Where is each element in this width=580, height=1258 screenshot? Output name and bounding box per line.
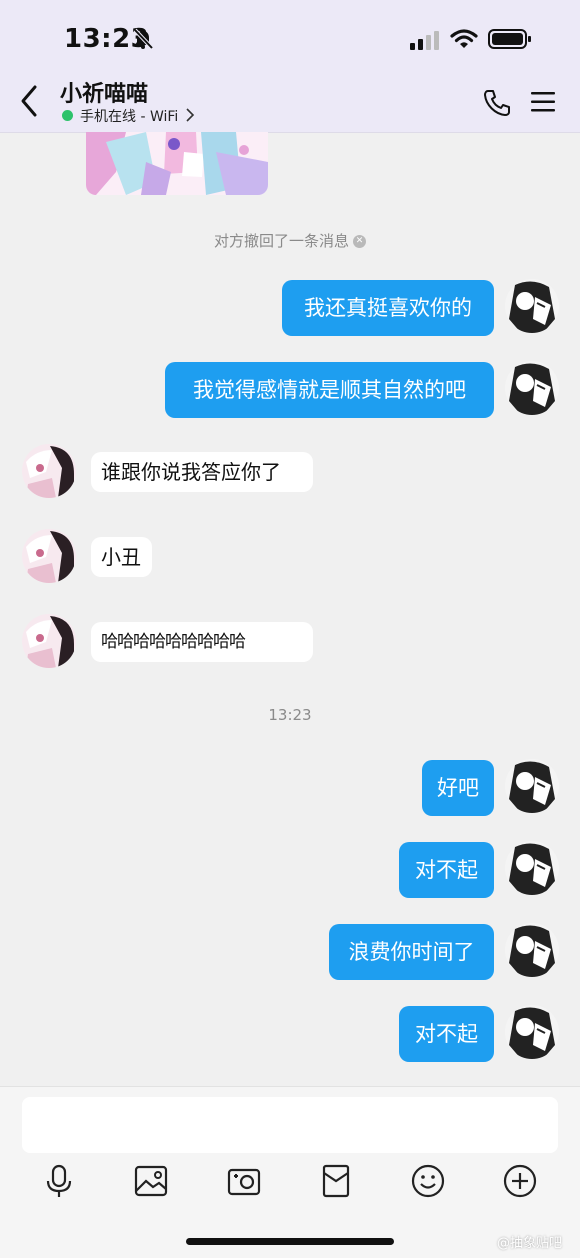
plus-icon[interactable] bbox=[502, 1163, 538, 1199]
message-bubble-outgoing[interactable]: 我觉得感情就是顺其自然的吧 bbox=[165, 362, 494, 418]
battery-icon bbox=[488, 29, 531, 49]
message-bubble-outgoing[interactable]: 浪费你时间了 bbox=[329, 924, 494, 980]
message-bubble-outgoing[interactable]: 好吧 bbox=[422, 760, 494, 816]
time-divider: 13:23 bbox=[268, 706, 312, 724]
chevron-right-icon[interactable] bbox=[185, 108, 195, 122]
recall-notice-text: 对方撤回了一条消息 bbox=[213, 232, 349, 250]
contact-avatar[interactable] bbox=[22, 529, 76, 583]
online-status-dot bbox=[62, 110, 73, 121]
bell-mute-icon bbox=[133, 28, 154, 50]
composer bbox=[0, 1086, 580, 1258]
status-bar: 13:23 bbox=[0, 0, 580, 72]
message-bubble-incoming[interactable]: 小丑 bbox=[91, 537, 152, 577]
my-avatar[interactable] bbox=[505, 923, 559, 977]
phone-call-icon[interactable] bbox=[482, 88, 512, 118]
wifi-icon bbox=[450, 29, 478, 48]
my-avatar[interactable] bbox=[505, 279, 559, 333]
back-chevron-icon[interactable] bbox=[18, 84, 40, 118]
previous-image-message[interactable] bbox=[86, 132, 268, 195]
message-bubble-outgoing[interactable]: 对不起 bbox=[399, 842, 494, 898]
my-avatar[interactable] bbox=[505, 841, 559, 895]
watermark: @抽象贴吧 bbox=[497, 1236, 563, 1251]
my-avatar[interactable] bbox=[505, 1005, 559, 1059]
image-icon[interactable] bbox=[133, 1163, 169, 1199]
camera-icon[interactable] bbox=[226, 1163, 262, 1199]
signal-icon bbox=[410, 31, 439, 50]
message-bubble-incoming[interactable]: 谁跟你说我答应你了 bbox=[91, 452, 313, 492]
message-input[interactable] bbox=[22, 1097, 558, 1153]
red-packet-icon[interactable] bbox=[318, 1163, 354, 1199]
online-status-text[interactable]: 手机在线 - WiFi bbox=[80, 106, 178, 126]
microphone-icon[interactable] bbox=[41, 1163, 77, 1199]
recall-notice: 对方撤回了一条消息 ✕ bbox=[0, 230, 580, 251]
close-icon: ✕ bbox=[353, 235, 366, 248]
home-indicator[interactable] bbox=[186, 1238, 394, 1245]
emoji-icon[interactable] bbox=[410, 1163, 446, 1199]
contact-avatar[interactable] bbox=[22, 444, 76, 498]
my-avatar[interactable] bbox=[505, 361, 559, 415]
contact-name[interactable]: 小祈喵喵 bbox=[60, 76, 148, 108]
my-avatar[interactable] bbox=[505, 759, 559, 813]
menu-icon[interactable] bbox=[530, 90, 556, 114]
chat-header: 小祈喵喵 手机在线 - WiFi bbox=[0, 72, 580, 133]
message-bubble-outgoing[interactable]: 对不起 bbox=[399, 1006, 494, 1062]
anime-image bbox=[86, 132, 268, 195]
message-bubble-incoming[interactable]: 哈哈哈哈哈哈哈哈哈 bbox=[91, 622, 313, 662]
contact-avatar[interactable] bbox=[22, 614, 76, 668]
message-bubble-outgoing[interactable]: 我还真挺喜欢你的 bbox=[282, 280, 494, 336]
